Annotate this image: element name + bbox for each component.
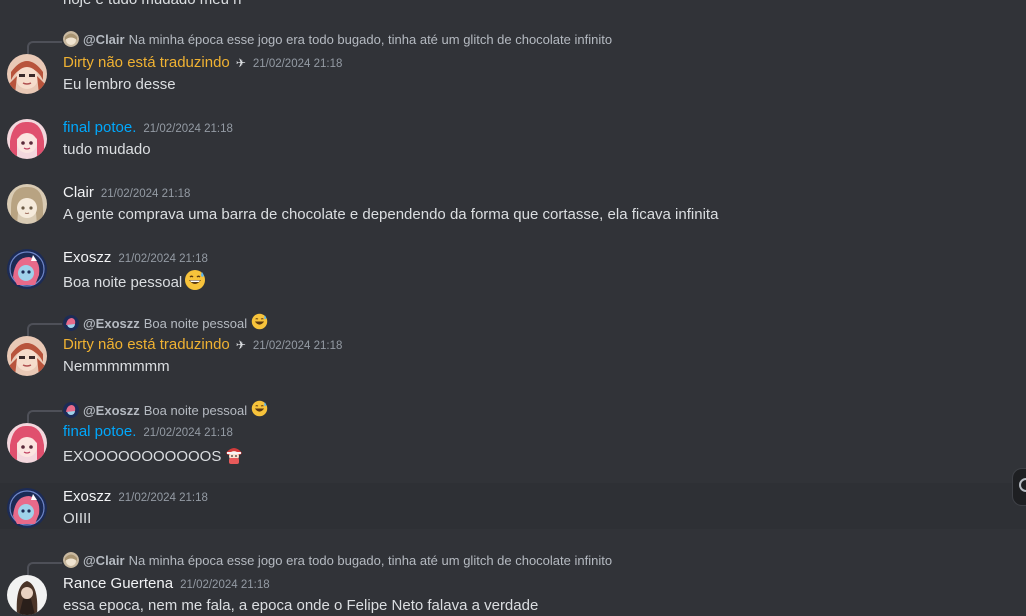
- avatar-exoszz[interactable]: [7, 249, 47, 289]
- reply-preview[interactable]: @Exoszz Boa noite pessoal: [63, 400, 268, 420]
- message-header: final potoe. 21/02/2024 21:18: [63, 119, 233, 136]
- avatar-dirty[interactable]: [7, 336, 47, 376]
- message-header: Rance Guertena 21/02/2024 21:18: [63, 575, 270, 592]
- timestamp[interactable]: 21/02/2024 21:18: [143, 123, 233, 135]
- username[interactable]: Exoszz: [63, 249, 111, 266]
- timestamp[interactable]: 21/02/2024 21:18: [118, 492, 208, 504]
- reply-preview[interactable]: @Exoszz Boa noite pessoal: [63, 313, 268, 333]
- message-content: Boa noite pessoal: [63, 269, 206, 295]
- message-actions-button[interactable]: [1012, 468, 1026, 506]
- message-text-cut-off: hoje é tudo mudado meu n: [63, 0, 241, 8]
- avatar-exoszz[interactable]: [7, 488, 47, 528]
- username[interactable]: Clair: [63, 184, 94, 201]
- message-content: tudo mudado: [63, 141, 151, 158]
- message-header: Dirty não está traduzindo ✈ 21/02/2024 2…: [63, 336, 342, 353]
- username[interactable]: Exoszz: [63, 488, 111, 505]
- reply-preview[interactable]: @Clair Na minha época esse jogo era todo…: [63, 552, 612, 568]
- avatar-rance-guertena[interactable]: [7, 575, 47, 615]
- reaction-icon: [1019, 478, 1026, 492]
- reply-username[interactable]: @Exoszz: [83, 316, 140, 331]
- reply-username[interactable]: @Clair: [83, 553, 125, 568]
- avatar-final-potoe[interactable]: [7, 119, 47, 159]
- timestamp[interactable]: 21/02/2024 21:18: [253, 340, 343, 352]
- reply-avatar: [63, 31, 79, 47]
- reply-text[interactable]: Na minha época esse jogo era todo bugado…: [129, 553, 613, 568]
- reply-text[interactable]: Boa noite pessoal: [144, 403, 247, 418]
- message-header: Exoszz 21/02/2024 21:18: [63, 249, 208, 266]
- message-content: A gente comprava uma barra de chocolate …: [63, 206, 719, 223]
- reply-username[interactable]: @Clair: [83, 32, 125, 47]
- timestamp[interactable]: 21/02/2024 21:18: [143, 427, 233, 439]
- avatar-final-potoe[interactable]: [7, 423, 47, 463]
- reply-spine: [27, 323, 62, 336]
- grinning-sweat-emoji: [251, 313, 268, 333]
- reply-avatar: [63, 402, 79, 418]
- reply-spine: [27, 410, 62, 423]
- reply-preview[interactable]: @Clair Na minha época esse jogo era todo…: [63, 31, 612, 47]
- grinning-sweat-emoji: [251, 400, 268, 420]
- reply-spine: [27, 41, 62, 54]
- reply-avatar: [63, 315, 79, 331]
- role-icon: ✈: [235, 56, 246, 70]
- avatar-clair[interactable]: [7, 184, 47, 224]
- timestamp[interactable]: 21/02/2024 21:18: [253, 58, 343, 70]
- timestamp[interactable]: 21/02/2024 21:18: [118, 253, 208, 265]
- message-header: final potoe. 21/02/2024 21:18: [63, 423, 233, 440]
- username[interactable]: Dirty não está traduzindo: [63, 336, 230, 353]
- timestamp[interactable]: 21/02/2024 21:18: [180, 579, 270, 591]
- reply-avatar: [63, 552, 79, 568]
- role-icon: ✈: [235, 338, 246, 352]
- reply-text[interactable]: Boa noite pessoal: [144, 316, 247, 331]
- message-content: essa epoca, nem me fala, a epoca onde o …: [63, 597, 539, 614]
- message-header: Clair 21/02/2024 21:18: [63, 184, 190, 201]
- username[interactable]: final potoe.: [63, 119, 136, 136]
- reply-text[interactable]: Na minha época esse jogo era todo bugado…: [129, 32, 613, 47]
- message-content: EXOOOOOOOOOOOS: [63, 443, 245, 469]
- message-content: Eu lembro desse: [63, 76, 176, 93]
- message-text: EXOOOOOOOOOOOS: [63, 447, 222, 465]
- username[interactable]: Dirty não está traduzindo: [63, 54, 230, 71]
- message-header: Exoszz 21/02/2024 21:18: [63, 488, 208, 505]
- username[interactable]: final potoe.: [63, 423, 136, 440]
- username[interactable]: Rance Guertena: [63, 575, 173, 592]
- message-content: Nemmmmmmm: [63, 358, 170, 375]
- custom-sticker-emoji[interactable]: [223, 443, 245, 469]
- message-text: Boa noite pessoal: [63, 273, 183, 291]
- message-content: OIIII: [63, 510, 92, 527]
- message-header: Dirty não está traduzindo ✈ 21/02/2024 2…: [63, 54, 342, 71]
- reply-spine: [27, 562, 62, 575]
- grinning-sweat-emoji[interactable]: [184, 269, 206, 295]
- avatar-dirty[interactable]: [7, 54, 47, 94]
- chat-messages-area: hoje é tudo mudado meu n @Clair Na minha…: [0, 0, 1026, 616]
- timestamp[interactable]: 21/02/2024 21:18: [101, 188, 191, 200]
- reply-username[interactable]: @Exoszz: [83, 403, 140, 418]
